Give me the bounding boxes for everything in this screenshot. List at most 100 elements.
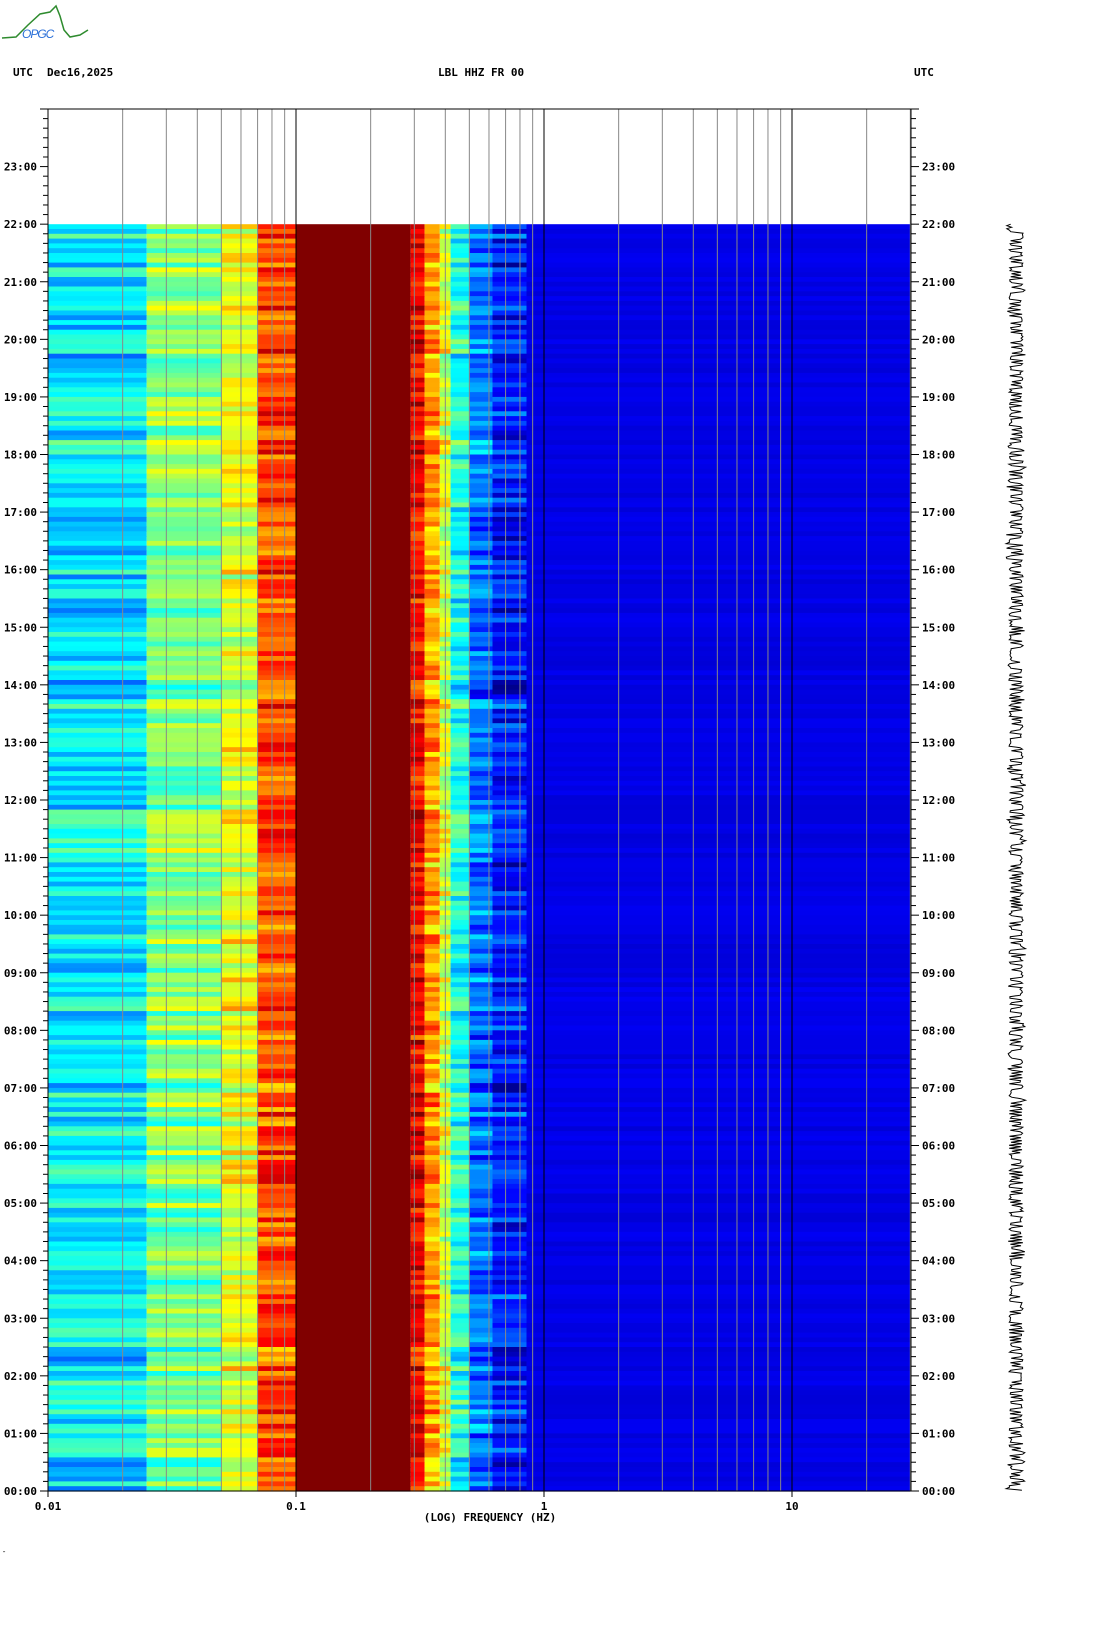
y-tick-label-left: 03:00 [4,1312,37,1325]
heatmap-cell [492,435,527,441]
heatmap-cell [410,1030,425,1036]
heatmap-cell [492,622,527,628]
heatmap-cell [221,492,258,499]
heatmap-cell [410,550,425,556]
heatmap-cell [257,560,296,566]
heatmap-cell [257,1260,296,1267]
heatmap-cell [296,1433,411,1439]
heatmap-cell [450,1131,470,1137]
heatmap-cell [146,363,222,369]
heatmap-cell [526,272,911,278]
heatmap-cell [296,536,411,542]
heatmap-cell [424,1471,440,1478]
heatmap-cell [48,1279,147,1286]
seismic-trace [1004,223,1028,1491]
heatmap-cell [221,862,258,868]
heatmap-cell [146,1481,222,1487]
heatmap-cell [526,824,911,830]
heatmap-cell [526,708,911,715]
heatmap-cell [296,1313,411,1319]
heatmap-cell [221,1327,258,1334]
heatmap-cell [48,468,147,475]
heatmap-cell [48,689,147,695]
heatmap-cell [221,392,258,398]
heatmap-cell [257,488,296,494]
heatmap-cell [257,1481,296,1487]
heatmap-cell [526,1366,911,1372]
heatmap-cell [296,646,411,652]
heatmap-cell [492,315,527,321]
heatmap-cell [48,824,147,830]
heatmap-cell [146,233,222,240]
heatmap-cell [450,382,470,388]
heatmap-cell [450,1380,470,1386]
heatmap-cell [424,1030,440,1036]
heatmap-cell [48,1452,147,1458]
heatmap-cell [146,468,222,475]
heatmap-cell [48,348,147,355]
heatmap-cell [146,622,222,628]
heatmap-cell [221,377,258,384]
heatmap-cell [146,267,222,273]
heatmap-cell [257,977,296,983]
heatmap-cell [410,353,425,360]
heatmap-cell [296,420,411,427]
heatmap-cell [492,737,527,743]
heatmap-cell [48,1049,147,1055]
heatmap-cell [146,1476,222,1482]
heatmap-cell [296,737,411,743]
heatmap-cell [450,651,470,657]
heatmap-cell [424,1299,440,1305]
heatmap-cell [146,713,222,719]
heatmap-cell [526,622,911,628]
heatmap-cell [48,1433,147,1439]
heatmap-cell [450,1371,470,1377]
heatmap-cell [410,1135,425,1142]
heatmap-cell [450,708,470,715]
heatmap-cell [146,1049,222,1055]
heatmap-cell [296,1270,411,1276]
heatmap-cell [296,833,411,839]
heatmap-cell [257,704,296,710]
heatmap-cell [450,996,470,1003]
heatmap-cell [48,1097,147,1103]
heatmap-cell [424,670,440,676]
heatmap-cell [48,324,147,331]
heatmap-cell [424,756,440,763]
heatmap-cell [221,473,258,480]
heatmap-cell [424,1049,440,1055]
heatmap-cell [296,368,411,374]
heatmap-cell [296,1236,411,1243]
heatmap-cell [492,1462,527,1468]
heatmap-cell [257,996,296,1003]
heatmap-cell [257,358,296,364]
heatmap-cell [424,435,440,441]
heatmap-cell [296,329,411,336]
heatmap-cell [410,728,425,734]
heatmap-cell [450,387,470,393]
heatmap-cell [526,1476,911,1482]
heatmap-cell [146,958,222,964]
heatmap-cell [492,478,527,484]
heatmap-cell [146,857,222,863]
heatmap-cell [296,934,411,940]
heatmap-cell [296,1231,411,1238]
heatmap-cell [424,800,440,806]
heatmap-cell [410,1462,425,1468]
heatmap-cell [526,665,911,671]
heatmap-cell [492,684,527,691]
heatmap-cell [146,560,222,566]
heatmap-cell [526,598,911,604]
heatmap-cell [410,277,425,283]
heatmap-cell [410,944,425,950]
heatmap-cell [146,1140,222,1147]
heatmap-cell [450,761,470,767]
heatmap-cell [221,790,258,796]
heatmap-cell [410,828,425,835]
heatmap-cell [48,257,147,264]
heatmap-cell [146,1083,222,1089]
heatmap-cell [492,377,527,384]
heatmap-cell [410,1423,425,1430]
heatmap-cell [257,1126,296,1132]
heatmap-cell [492,348,527,355]
